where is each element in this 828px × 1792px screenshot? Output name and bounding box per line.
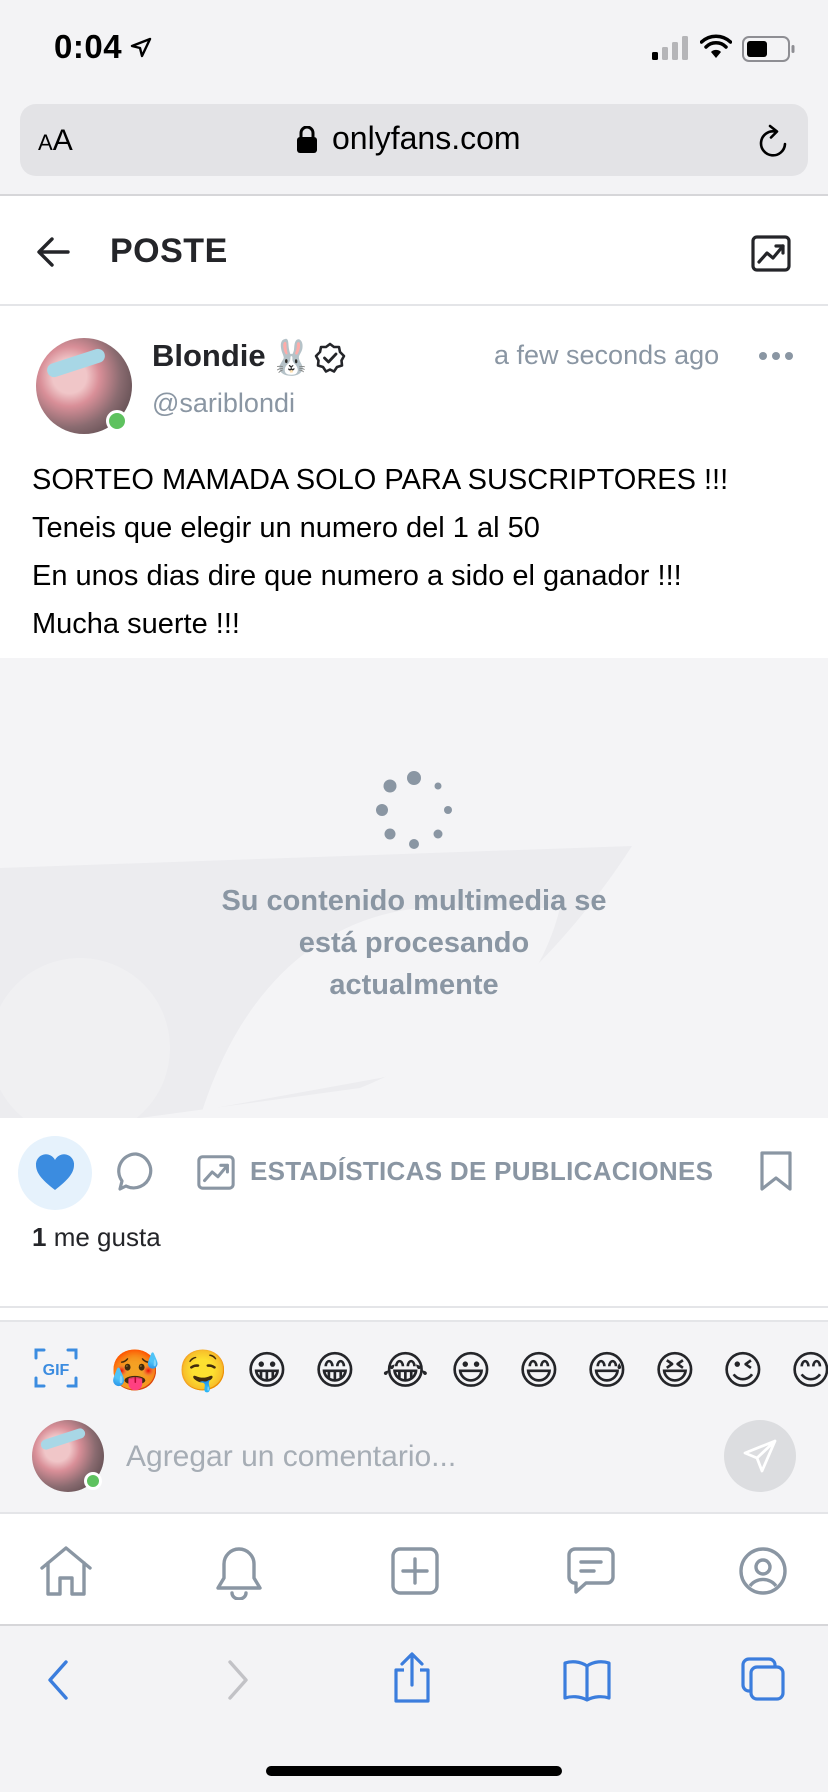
messages-icon[interactable] — [566, 1546, 616, 1596]
online-status-dot — [84, 1472, 102, 1490]
emoji-button[interactable]: 😃 — [450, 1344, 518, 1398]
emoji-button[interactable]: 😁 — [314, 1344, 382, 1398]
likes-label: me gusta — [53, 1222, 161, 1252]
home-icon[interactable] — [38, 1544, 94, 1598]
page-title: POSTE — [110, 232, 228, 270]
post-timestamp: a few seconds ago — [494, 340, 720, 370]
share-icon[interactable] — [390, 1652, 434, 1704]
battery-icon — [742, 36, 795, 62]
emoji-button[interactable]: 😅 — [586, 1344, 654, 1398]
emoji-button[interactable]: 😉 — [722, 1344, 790, 1398]
emoji-button[interactable]: 😂 — [382, 1344, 450, 1398]
post-text-line: SORTEO MAMADA SOLO PARA SUSCRIPTORES !!! — [32, 464, 729, 496]
loading-spinner-icon — [376, 771, 452, 849]
comment-input[interactable] — [126, 1432, 706, 1482]
profile-icon[interactable] — [738, 1546, 788, 1596]
bookmarks-book-icon[interactable] — [562, 1658, 612, 1702]
post-stats-icon[interactable] — [196, 1152, 236, 1192]
gif-label: GIF — [43, 1362, 70, 1379]
divider — [0, 1306, 828, 1308]
browser-forward-icon[interactable] — [224, 1658, 252, 1702]
likes-summary[interactable]: 1 me gusta — [32, 1222, 161, 1253]
author-handle[interactable]: @sariblondi — [152, 388, 295, 419]
verified-badge-icon — [314, 342, 346, 373]
author-name-emoji: 🐰 — [270, 339, 313, 377]
post-stats-button[interactable]: ESTADÍSTICAS DE PUBLICACIONES — [250, 1156, 713, 1187]
comment-bubble-icon[interactable] — [114, 1150, 158, 1194]
status-time: 0:04 — [54, 28, 123, 65]
send-icon[interactable] — [742, 1438, 778, 1474]
author-name[interactable]: Blondie — [152, 338, 266, 374]
wifi-icon — [700, 34, 732, 58]
url-text: onlyfans.com — [332, 120, 521, 156]
gif-icon[interactable]: GIF — [34, 1348, 78, 1388]
online-status-dot — [106, 410, 128, 432]
heart-icon[interactable] — [34, 1152, 76, 1192]
new-post-icon[interactable] — [390, 1546, 440, 1596]
emoji-button[interactable]: 😆 — [654, 1344, 722, 1398]
back-arrow-icon[interactable] — [34, 232, 74, 272]
likes-count: 1 — [32, 1222, 47, 1252]
post-text-line: Mucha suerte !!! — [32, 608, 240, 640]
processing-line: está procesando — [298, 927, 530, 959]
post-text-line: Teneis que elegir un numero del 1 al 50 — [32, 512, 540, 544]
media-processing-message: Su contenido multimedia se está procesan… — [214, 880, 614, 1006]
reload-icon[interactable] — [756, 124, 790, 160]
home-indicator[interactable] — [266, 1766, 562, 1776]
more-options-icon[interactable] — [758, 350, 794, 362]
tabs-icon[interactable] — [740, 1656, 786, 1702]
stats-chart-icon[interactable] — [750, 232, 792, 274]
browser-back-icon[interactable] — [44, 1658, 72, 1702]
post-text-line: En unos dias dire que numero a sido el g… — [32, 560, 682, 592]
emoji-button[interactable]: 😀 — [246, 1344, 314, 1398]
lock-icon — [297, 126, 317, 153]
processing-line: Su contenido multimedia se — [221, 885, 607, 917]
location-arrow-icon — [130, 37, 152, 58]
processing-line: actualmente — [329, 969, 499, 1001]
text-size-button[interactable]: AA — [38, 124, 73, 158]
emoji-button[interactable]: 😄 — [518, 1344, 586, 1398]
bookmark-icon[interactable] — [758, 1150, 794, 1192]
emoji-button[interactable]: 🤤 — [178, 1344, 246, 1398]
emoji-button[interactable]: 🥵 — [110, 1344, 178, 1398]
emoji-picker-row: 🥵 🤤 😀 😁 😂 😃 😄 😅 😆 😉 😊 — [110, 1344, 828, 1398]
cellular-signal-icon — [652, 36, 688, 60]
notifications-bell-icon[interactable] — [212, 1544, 266, 1600]
post-text: SORTEO MAMADA SOLO PARA SUSCRIPTORES !!!… — [32, 456, 802, 648]
emoji-button[interactable]: 😊 — [790, 1344, 828, 1398]
